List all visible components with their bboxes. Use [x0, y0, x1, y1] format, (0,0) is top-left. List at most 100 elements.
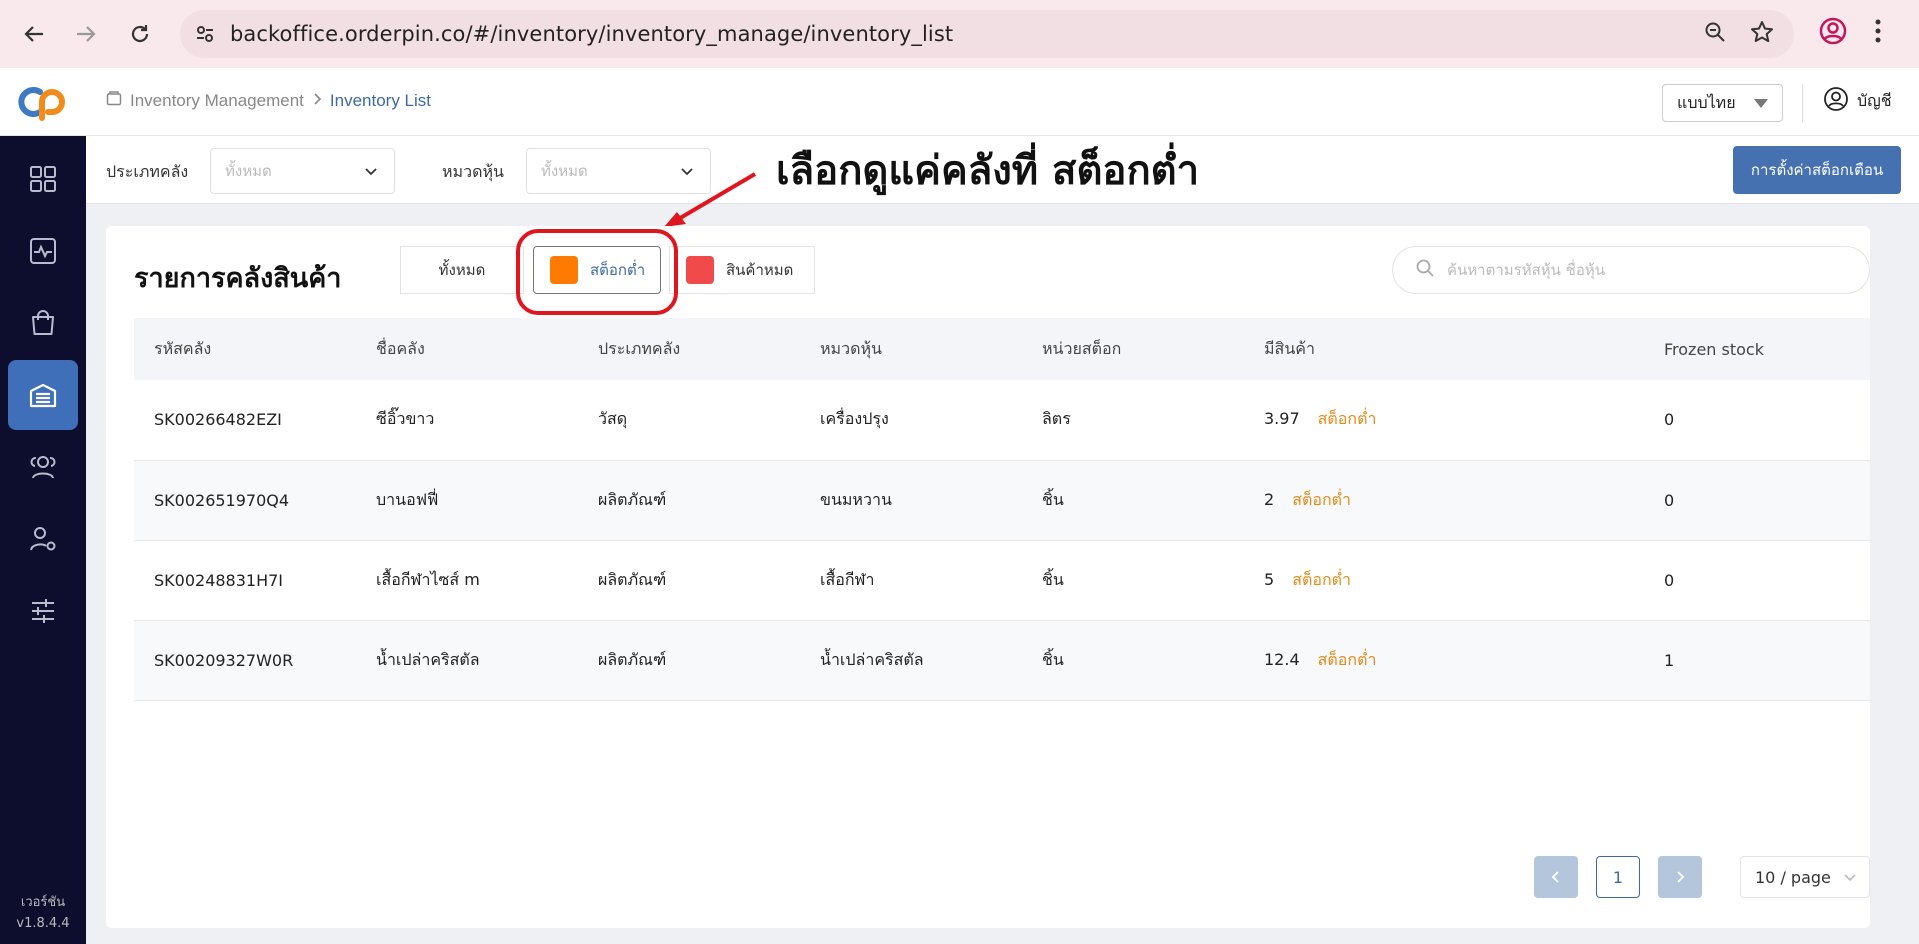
- low-stock-badge: สต็อกต่ำ: [1317, 649, 1377, 669]
- cell-code: SK002651970Q4: [154, 490, 290, 510]
- browser-menu-icon[interactable]: [1872, 16, 1884, 50]
- quantity-value: 2: [1264, 489, 1275, 509]
- cell-category: เครื่องปรุง: [820, 409, 889, 429]
- table-row[interactable]: SK00248831H7I เสื้อกีฬาไซส์ m ผลิตภัณฑ์ …: [134, 540, 1870, 620]
- column-header[interactable]: Frozen stock: [1644, 318, 1870, 380]
- table-row[interactable]: SK00266482EZI ซีอิ๊วขาว วัสดุ เครื่องปรุ…: [134, 380, 1870, 460]
- chevron-left-icon: [1551, 871, 1559, 883]
- header-divider: [1802, 84, 1803, 122]
- browser-toolbar: backoffice.orderpin.co/#/inventory/inven…: [0, 0, 1919, 68]
- column-header[interactable]: หมวดหุ้น: [800, 318, 1022, 380]
- zoom-icon[interactable]: [1704, 21, 1726, 47]
- warehouse-type-value: ทั้งหมด: [225, 162, 272, 180]
- address-bar[interactable]: backoffice.orderpin.co/#/inventory/inven…: [180, 10, 1794, 58]
- cell-category: น้ำเปล่าคริสตัล: [820, 649, 924, 669]
- cell-unit: ชิ้น: [1042, 569, 1064, 589]
- chevron-down-icon: [364, 164, 378, 182]
- column-header[interactable]: หน่วยสต็อก: [1022, 318, 1244, 380]
- sidebar-item-shop[interactable]: [8, 288, 78, 358]
- language-value: แบบไทย: [1677, 92, 1736, 112]
- annotation-arrow: [664, 172, 757, 227]
- cell-frozen: 0: [1664, 410, 1675, 430]
- quantity-value: 3.97: [1264, 409, 1300, 429]
- bookmark-star-icon[interactable]: [1750, 20, 1774, 48]
- activity-icon: [30, 238, 56, 264]
- search-icon: [1415, 258, 1435, 282]
- category-value: ทั้งหมด: [541, 162, 588, 180]
- box-icon: [106, 90, 122, 111]
- cell-quantity: 3.97 สต็อกต่ำ: [1244, 380, 1644, 460]
- forward-icon[interactable]: [66, 14, 106, 54]
- sidebar-item-adjustments[interactable]: [8, 576, 78, 646]
- cell-unit: ชิ้น: [1042, 489, 1064, 509]
- sidebar-item-inventory[interactable]: [8, 360, 78, 430]
- grid-icon: [30, 166, 56, 192]
- search-placeholder: ค้นหาตามรหัสหุ้น ชื่อหุ้น: [1447, 261, 1605, 279]
- sidebar-item-activity[interactable]: [8, 216, 78, 286]
- version-info: เวอร์ชัน v1.8.4.4: [0, 892, 86, 934]
- account-button[interactable]: บัญชี: [1823, 86, 1892, 116]
- table-row[interactable]: SK00209327W0R น้ำเปล่าคริสตัล ผลิตภัณฑ์ …: [134, 620, 1870, 700]
- version-number: v1.8.4.4: [16, 916, 70, 931]
- stock-alert-settings-button[interactable]: การตั้งค่าสต็อกเตือน: [1733, 146, 1901, 194]
- cell-type: ผลิตภัณฑ์: [598, 649, 667, 669]
- table-row[interactable]: SK002651970Q4 บานอฟฟี่ ผลิตภัณฑ์ ขนมหวาน…: [134, 460, 1870, 540]
- warehouse-icon: [29, 383, 57, 408]
- quantity-value: 12.4: [1264, 649, 1300, 669]
- next-page-button[interactable]: [1658, 856, 1702, 898]
- sidebar-item-user-settings[interactable]: [8, 504, 78, 574]
- breadcrumb-inventory-management[interactable]: Inventory Management: [130, 91, 304, 111]
- column-header[interactable]: ชื่อคลัง: [356, 318, 578, 380]
- orderpin-logo[interactable]: [14, 82, 72, 122]
- low-stock-badge: สต็อกต่ำ: [1292, 569, 1352, 589]
- chevron-right-icon: [1677, 871, 1685, 883]
- sidebar-item-dashboard[interactable]: [8, 144, 78, 214]
- shopping-bag-icon: [32, 310, 54, 335]
- search-input[interactable]: ค้นหาตามรหัสหุ้น ชื่อหุ้น: [1392, 246, 1870, 294]
- annotation-highlight-ring: [516, 229, 678, 315]
- user-circle-icon: [1823, 86, 1849, 116]
- cell-quantity: 12.4 สต็อกต่ำ: [1244, 620, 1644, 700]
- warehouse-type-select[interactable]: ทั้งหมด: [210, 148, 395, 194]
- language-select[interactable]: แบบไทย: [1662, 84, 1783, 122]
- breadcrumb: Inventory Management Inventory List: [106, 90, 431, 111]
- category-label: หมวดหุ้น: [442, 162, 504, 181]
- tab-label: สินค้าหมด: [726, 261, 794, 279]
- chevron-down-icon: [1843, 869, 1857, 888]
- tab-all[interactable]: ทั้งหมด: [400, 246, 524, 294]
- profile-icon[interactable]: [1818, 16, 1848, 50]
- warehouse-type-label: ประเภทคลัง: [106, 162, 189, 181]
- sidebar: เวอร์ชัน v1.8.4.4: [0, 136, 86, 944]
- cell-name: น้ำเปล่าคริสตัล: [376, 649, 480, 669]
- inventory-card: รายการคลังสินค้า ทั้งหมด สต็อกต่ำ สินค้า…: [106, 226, 1870, 928]
- column-header[interactable]: ประเภทคลัง: [578, 318, 800, 380]
- breadcrumb-separator-icon: [312, 91, 322, 111]
- page-number-button[interactable]: 1: [1596, 856, 1640, 898]
- column-header[interactable]: รหัสคลัง: [134, 318, 356, 380]
- out-of-stock-swatch: [686, 256, 714, 284]
- cell-code: SK00266482EZI: [154, 410, 282, 430]
- inventory-table: รหัสคลัง ชื่อคลัง ประเภทคลัง หมวดหุ้น หน…: [134, 318, 1870, 701]
- tab-out-of-stock[interactable]: สินค้าหมด: [669, 246, 815, 294]
- cell-frozen: 1: [1664, 650, 1675, 670]
- cell-unit: ชิ้น: [1042, 649, 1064, 669]
- account-label: บัญชี: [1857, 90, 1892, 110]
- annotation-text: เลือกดูแค่คลังที่ สต็อกต่ำ: [776, 148, 1200, 194]
- app-header: Inventory Management Inventory List แบบไ…: [0, 68, 1919, 136]
- cell-code: SK00209327W0R: [154, 650, 294, 670]
- page-size-select[interactable]: 10 / page: [1740, 856, 1870, 898]
- breadcrumb-inventory-list: Inventory List: [329, 90, 431, 110]
- page-size-value: 10 / page: [1755, 867, 1831, 887]
- cell-category: ขนมหวาน: [820, 489, 892, 509]
- previous-page-button[interactable]: [1534, 856, 1578, 898]
- user-gear-icon: [30, 527, 56, 551]
- column-header[interactable]: มีสินค้า: [1244, 318, 1644, 380]
- sidebar-item-users[interactable]: [8, 432, 78, 502]
- back-icon[interactable]: [14, 14, 54, 54]
- cell-unit: ลิตร: [1042, 409, 1071, 429]
- reload-icon[interactable]: [120, 14, 160, 54]
- page-title: รายการคลังสินค้า: [134, 263, 342, 294]
- site-info-icon[interactable]: [180, 24, 230, 44]
- cell-type: ผลิตภัณฑ์: [598, 569, 667, 589]
- table-header-row: รหัสคลัง ชื่อคลัง ประเภทคลัง หมวดหุ้น หน…: [134, 318, 1870, 380]
